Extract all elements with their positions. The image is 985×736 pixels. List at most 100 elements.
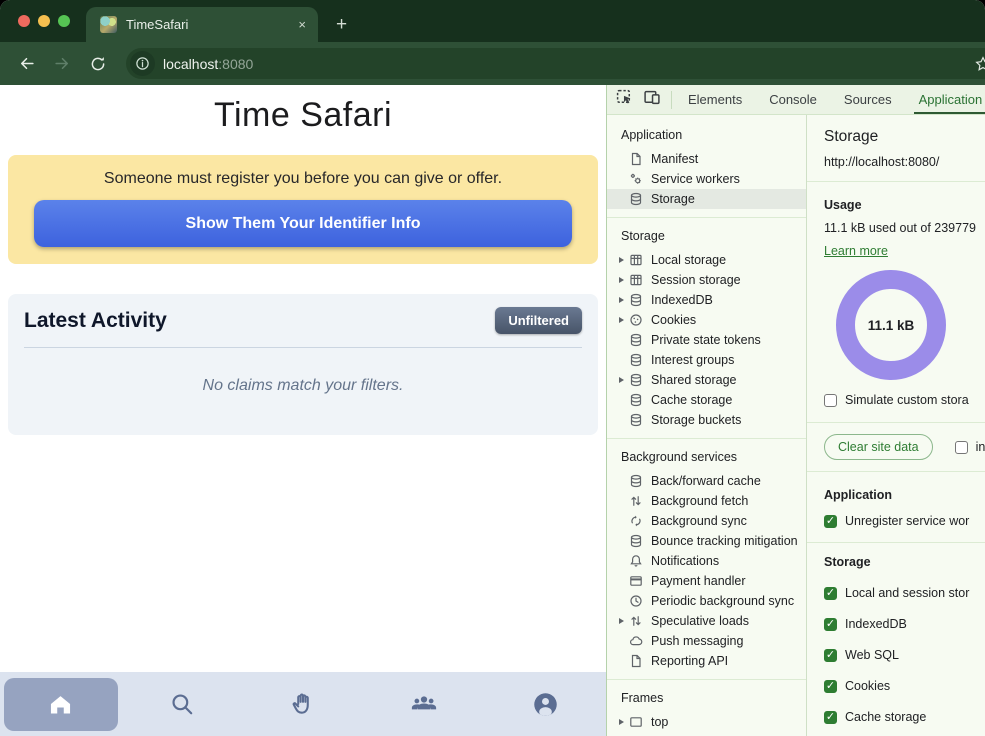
sidebar-item-storage[interactable]: Storage <box>607 189 806 209</box>
browser-tab[interactable]: TimeSafari × <box>86 7 318 42</box>
sidebar-item-indexeddb[interactable]: IndexedDB <box>607 290 806 310</box>
checkbox-unchecked-icon[interactable] <box>824 394 837 407</box>
usage-text: 11.1 kB used out of 239779 <box>824 221 985 235</box>
devtools-tab-sources[interactable]: Sources <box>844 85 892 114</box>
device-toolbar-icon[interactable] <box>643 89 661 111</box>
nav-search[interactable] <box>121 672 242 736</box>
storage-checkbox-local-and-session-stor[interactable]: ✓Local and session stor <box>824 586 985 600</box>
checkbox-checked-icon[interactable]: ✓ <box>824 680 837 693</box>
nav-home[interactable] <box>0 672 121 736</box>
tab-close-icon[interactable]: × <box>296 17 308 32</box>
sidebar-item-label: Notifications <box>651 554 719 568</box>
devtools-toolbar: ElementsConsoleSourcesApplication ✕ <box>607 85 985 115</box>
sidebar-item-label: top <box>651 715 668 729</box>
bookmark-star-icon[interactable] <box>974 55 985 78</box>
address-bar[interactable]: localhost:8080 <box>126 48 985 79</box>
sidebar-item-reporting-api[interactable]: Reporting API <box>607 651 806 671</box>
filter-button[interactable]: Unfiltered <box>495 307 582 334</box>
inspect-element-icon[interactable] <box>616 89 633 111</box>
sidebar-item-interest-groups[interactable]: Interest groups <box>607 350 806 370</box>
sidebar-item-speculative-loads[interactable]: Speculative loads <box>607 611 806 631</box>
unregister-sw-checkbox[interactable]: ✓ Unregister service wor <box>824 514 985 528</box>
sidebar-item-push-messaging[interactable]: Push messaging <box>607 631 806 651</box>
sidebar-item-label: Payment handler <box>651 574 746 588</box>
show-identifier-button[interactable]: Show Them Your Identifier Info <box>34 200 572 247</box>
sidebar-item-periodic-background-sync[interactable]: Periodic background sync <box>607 591 806 611</box>
expand-arrow-icon[interactable] <box>616 719 629 725</box>
checkbox-checked-icon[interactable]: ✓ <box>824 649 837 662</box>
sidebar-item-label: Back/forward cache <box>651 474 761 488</box>
sidebar-section-title: Background services <box>621 450 806 464</box>
checkbox-checked-icon[interactable]: ✓ <box>824 515 837 528</box>
sidebar-item-label: Cache storage <box>651 393 732 407</box>
database-icon <box>629 293 643 307</box>
nav-contacts[interactable] <box>364 672 485 736</box>
expand-arrow-icon[interactable] <box>616 377 629 383</box>
maximize-window-button[interactable] <box>58 15 70 27</box>
expand-arrow-icon[interactable] <box>616 277 629 283</box>
sidebar-item-background-fetch[interactable]: Background fetch <box>607 491 806 511</box>
back-icon[interactable] <box>10 48 42 80</box>
include-third-party-checkbox[interactable]: in <box>955 440 985 454</box>
devtools-tab-application[interactable]: Application <box>919 85 983 114</box>
sidebar-item-service-workers[interactable]: Service workers <box>607 169 806 189</box>
new-tab-button[interactable]: + <box>336 15 347 34</box>
tab-favicon <box>100 16 117 33</box>
account-icon <box>532 691 559 718</box>
checkbox-unchecked-icon[interactable] <box>955 441 968 454</box>
sidebar-item-label: Storage <box>651 192 695 206</box>
storage-checkbox-web-sql[interactable]: ✓Web SQL <box>824 648 985 662</box>
forward-icon[interactable] <box>46 48 78 80</box>
devtools-tab-console[interactable]: Console <box>769 85 817 114</box>
sidebar-item-back-forward-cache[interactable]: Back/forward cache <box>607 471 806 491</box>
expand-arrow-icon[interactable] <box>616 257 629 263</box>
updown-icon <box>629 494 643 508</box>
minimize-window-button[interactable] <box>38 15 50 27</box>
page-content: Time Safari Someone must register you be… <box>0 85 606 736</box>
sidebar-item-local-storage[interactable]: Local storage <box>607 250 806 270</box>
alert-message: Someone must register you before you can… <box>34 170 572 188</box>
learn-more-link[interactable]: Learn more <box>824 244 888 258</box>
url-text: localhost:8080 <box>163 56 253 72</box>
sidebar-item-shared-storage[interactable]: Shared storage <box>607 370 806 390</box>
sidebar-item-label: IndexedDB <box>651 293 713 307</box>
sidebar-section-title: Storage <box>621 229 806 243</box>
activity-title: Latest Activity <box>24 309 167 333</box>
sidebar-item-payment-handler[interactable]: Payment handler <box>607 571 806 591</box>
simulate-quota-checkbox[interactable]: Simulate custom stora <box>824 393 985 407</box>
storage-checkbox-list: ✓Local and session stor ✓IndexedDB ✓Web SQ… <box>824 586 985 724</box>
checkbox-checked-icon[interactable]: ✓ <box>824 711 837 724</box>
checkbox-checked-icon[interactable]: ✓ <box>824 587 837 600</box>
devtools-tab-elements[interactable]: Elements <box>688 85 742 114</box>
storage-checkbox-indexeddb[interactable]: ✓IndexedDB <box>824 617 985 631</box>
expand-arrow-icon[interactable] <box>616 618 629 624</box>
sidebar-item-background-sync[interactable]: Background sync <box>607 511 806 531</box>
sidebar-item-top[interactable]: top <box>607 712 806 732</box>
sidebar-item-private-state-tokens[interactable]: Private state tokens <box>607 330 806 350</box>
checkbox-label: Cache storage <box>845 710 926 724</box>
nav-account[interactable] <box>485 672 606 736</box>
clear-site-data-button[interactable]: Clear site data <box>824 434 933 460</box>
expand-arrow-icon[interactable] <box>616 297 629 303</box>
nav-projects[interactable] <box>242 672 363 736</box>
sidebar-item-session-storage[interactable]: Session storage <box>607 270 806 290</box>
sidebar-item-notifications[interactable]: Notifications <box>607 551 806 571</box>
sidebar-item-label: Manifest <box>651 152 698 166</box>
divider <box>807 181 985 182</box>
checkbox-checked-icon[interactable]: ✓ <box>824 618 837 631</box>
devtools-panel: ElementsConsoleSourcesApplication ✕ Appl… <box>606 85 985 736</box>
storage-checkbox-cookies[interactable]: ✓Cookies <box>824 679 985 693</box>
reload-icon[interactable] <box>82 48 114 80</box>
sidebar-item-storage-buckets[interactable]: Storage buckets <box>607 410 806 430</box>
close-window-button[interactable] <box>18 15 30 27</box>
sidebar-item-bounce-tracking-mitigation[interactable]: Bounce tracking mitigation <box>607 531 806 551</box>
expand-arrow-icon[interactable] <box>616 317 629 323</box>
storage-checkbox-cache-storage[interactable]: ✓ Cache storage <box>824 710 985 724</box>
sidebar-item-cache-storage[interactable]: Cache storage <box>607 390 806 410</box>
sidebar-item-manifest[interactable]: Manifest <box>607 149 806 169</box>
sidebar-item-label: Storage buckets <box>651 413 741 427</box>
database-icon <box>629 373 643 387</box>
site-info-icon[interactable] <box>130 51 155 76</box>
sidebar-item-cookies[interactable]: Cookies <box>607 310 806 330</box>
database-icon <box>629 534 643 548</box>
